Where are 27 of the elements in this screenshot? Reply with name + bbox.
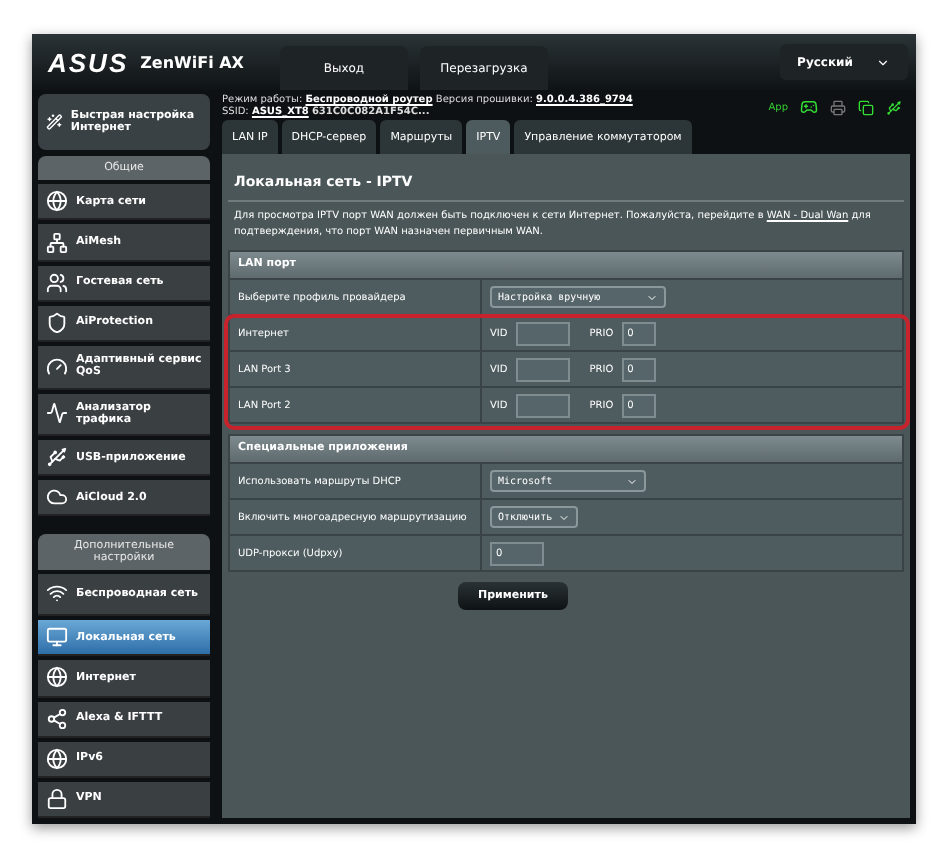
users-icon [46,271,68,294]
caret-icon [626,475,638,487]
globe-icon [46,190,68,213]
vid-field[interactable] [515,357,570,381]
caret-icon [646,291,658,303]
vid-field[interactable] [515,321,570,345]
usb-icon[interactable] [886,99,902,115]
caret-icon [558,511,570,523]
vid-field[interactable] [515,393,570,417]
wand-icon [46,110,63,135]
lock-icon [46,787,68,810]
usb-icon [46,446,68,469]
cloud-icon [46,486,68,509]
copy-icon[interactable] [858,99,874,115]
printer-icon[interactable] [830,99,846,115]
gamepad-icon[interactable] [800,98,818,116]
gauge-icon [46,355,68,378]
pulse-icon [46,402,68,425]
model-name: ZenWiFi AX [140,53,244,71]
shield-icon [46,311,68,334]
logo: ASUS [48,47,129,77]
network-icon [46,231,68,254]
caret-icon [876,55,891,69]
globe-icon [46,747,68,770]
globe-icon [46,666,68,689]
share-icon [46,707,68,730]
monitor-icon [46,626,68,649]
